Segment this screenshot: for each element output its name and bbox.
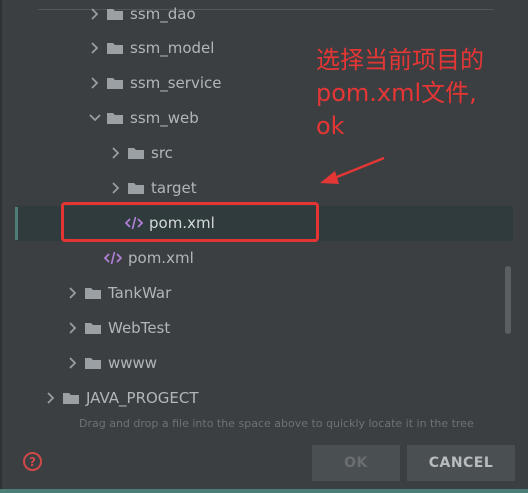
folder-icon <box>62 390 80 406</box>
tree-item-label: ssm_dao <box>130 5 196 23</box>
annotation-arrow-icon <box>320 156 385 184</box>
tree-scrollbar[interactable] <box>505 266 511 334</box>
tree-item-label: target <box>151 179 197 197</box>
ok-button[interactable]: OK <box>312 445 400 481</box>
drag-drop-hint: Drag and drop a file into the space abov… <box>79 417 474 430</box>
left-border <box>0 0 2 493</box>
folder-icon <box>84 320 102 336</box>
folder-icon <box>84 355 102 371</box>
chevron-right-icon[interactable] <box>66 321 80 335</box>
folder-icon <box>106 6 124 22</box>
tree-item-pom-xml[interactable]: pom.xml <box>104 247 194 269</box>
annotation-line-2: pom.xml文件, <box>316 79 477 107</box>
folder-icon <box>127 180 145 196</box>
tree-item-label: pom.xml <box>128 249 194 267</box>
annotation-text: 选择当前项目的 pom.xml文件, ok <box>316 44 484 143</box>
chevron-down-icon[interactable] <box>88 111 102 125</box>
tree-item-webtest[interactable]: WebTest <box>66 317 170 339</box>
tree-item-label: TankWar <box>108 284 172 302</box>
chevron-right-icon[interactable] <box>88 7 102 21</box>
tree-item-label: JAVA_PROGECT <box>86 389 199 407</box>
tree-item-wwww[interactable]: wwww <box>66 352 157 374</box>
annotation-highlight-box <box>61 202 319 242</box>
bottom-accent-bar <box>0 489 528 493</box>
annotation-line-1: 选择当前项目的 <box>316 46 484 74</box>
cancel-button[interactable]: CANCEL <box>407 445 515 481</box>
tree-item-label: ssm_model <box>130 39 215 57</box>
annotation-line-3: ok <box>316 112 345 140</box>
chevron-right-icon[interactable] <box>88 76 102 90</box>
xml-file-icon <box>104 250 122 266</box>
chevron-right-icon[interactable] <box>109 146 123 160</box>
folder-icon <box>106 40 124 56</box>
chevron-right-icon[interactable] <box>109 181 123 195</box>
tree-item-ssm-model[interactable]: ssm_model <box>88 37 214 59</box>
folder-icon <box>106 110 124 126</box>
chevron-right-icon[interactable] <box>44 391 58 405</box>
tree-item-target[interactable]: target <box>109 177 197 199</box>
folder-icon <box>127 145 145 161</box>
selected-row-marker <box>15 207 18 240</box>
tree-item-label: ssm_service <box>130 74 222 92</box>
tree-item-ssm-dao[interactable]: ssm_dao <box>88 3 196 25</box>
tree-item-ssm-web[interactable]: ssm_web <box>88 107 199 129</box>
tree-item-java-progect[interactable]: JAVA_PROGECT <box>44 387 199 409</box>
tree-item-label: WebTest <box>108 319 171 337</box>
chevron-right-icon[interactable] <box>66 356 80 370</box>
chevron-right-icon[interactable] <box>66 286 80 300</box>
tree-item-ssm-service[interactable]: ssm_service <box>88 72 221 94</box>
tree-item-label: src <box>151 144 173 162</box>
tree-item-label: ssm_web <box>130 109 199 127</box>
file-chooser-dialog: ssm_dao ssm_model ssm_service ssm_web sr… <box>0 0 528 493</box>
tree-item-src[interactable]: src <box>109 142 173 164</box>
help-icon[interactable]: ? <box>23 452 42 471</box>
tree-item-tankwar[interactable]: TankWar <box>66 282 171 304</box>
folder-icon <box>106 75 124 91</box>
folder-icon <box>84 285 102 301</box>
chevron-right-icon[interactable] <box>88 41 102 55</box>
tree-item-label: wwww <box>108 354 158 372</box>
